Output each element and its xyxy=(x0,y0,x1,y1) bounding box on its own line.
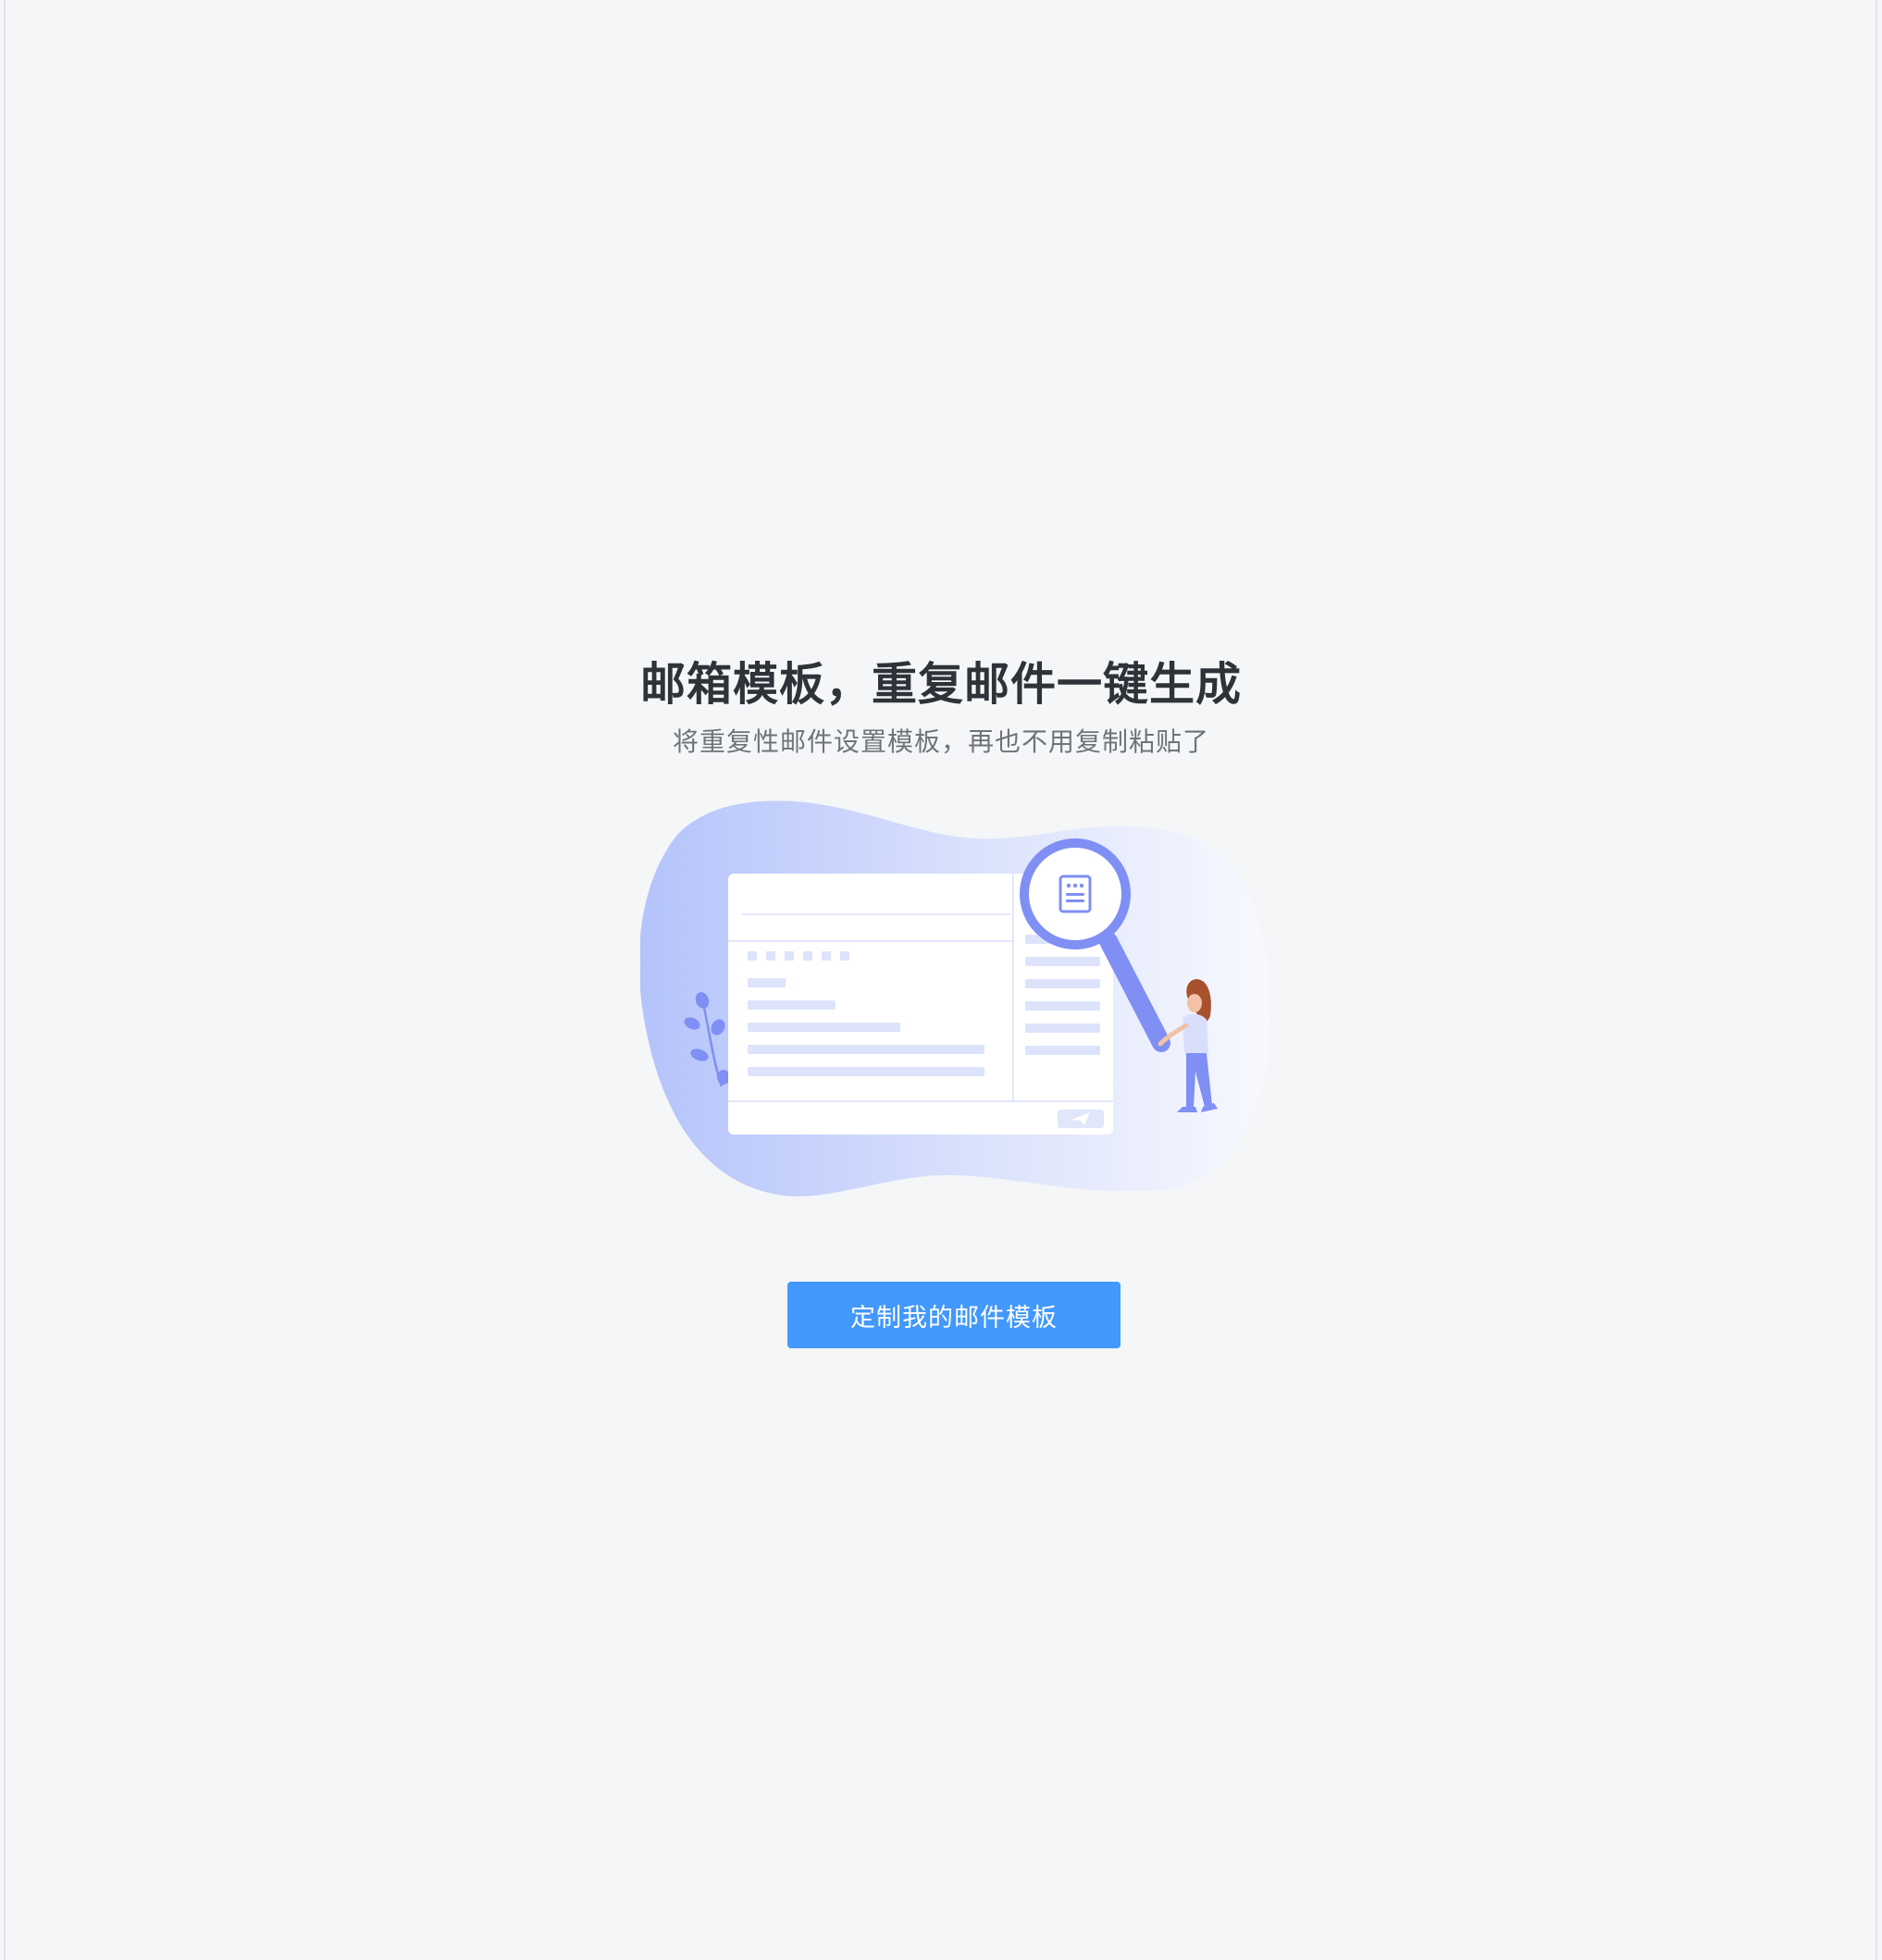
send-icon xyxy=(1058,1110,1104,1128)
email-template-illustration xyxy=(640,800,1269,1197)
page-subtitle: 将重复性邮件设置模板，再也不用复制粘贴了 xyxy=(672,726,1209,757)
page-title: 邮箱模板，重复邮件一键生成 xyxy=(639,658,1242,711)
customize-template-button[interactable]: 定制我的邮件模板 xyxy=(787,1282,1121,1348)
